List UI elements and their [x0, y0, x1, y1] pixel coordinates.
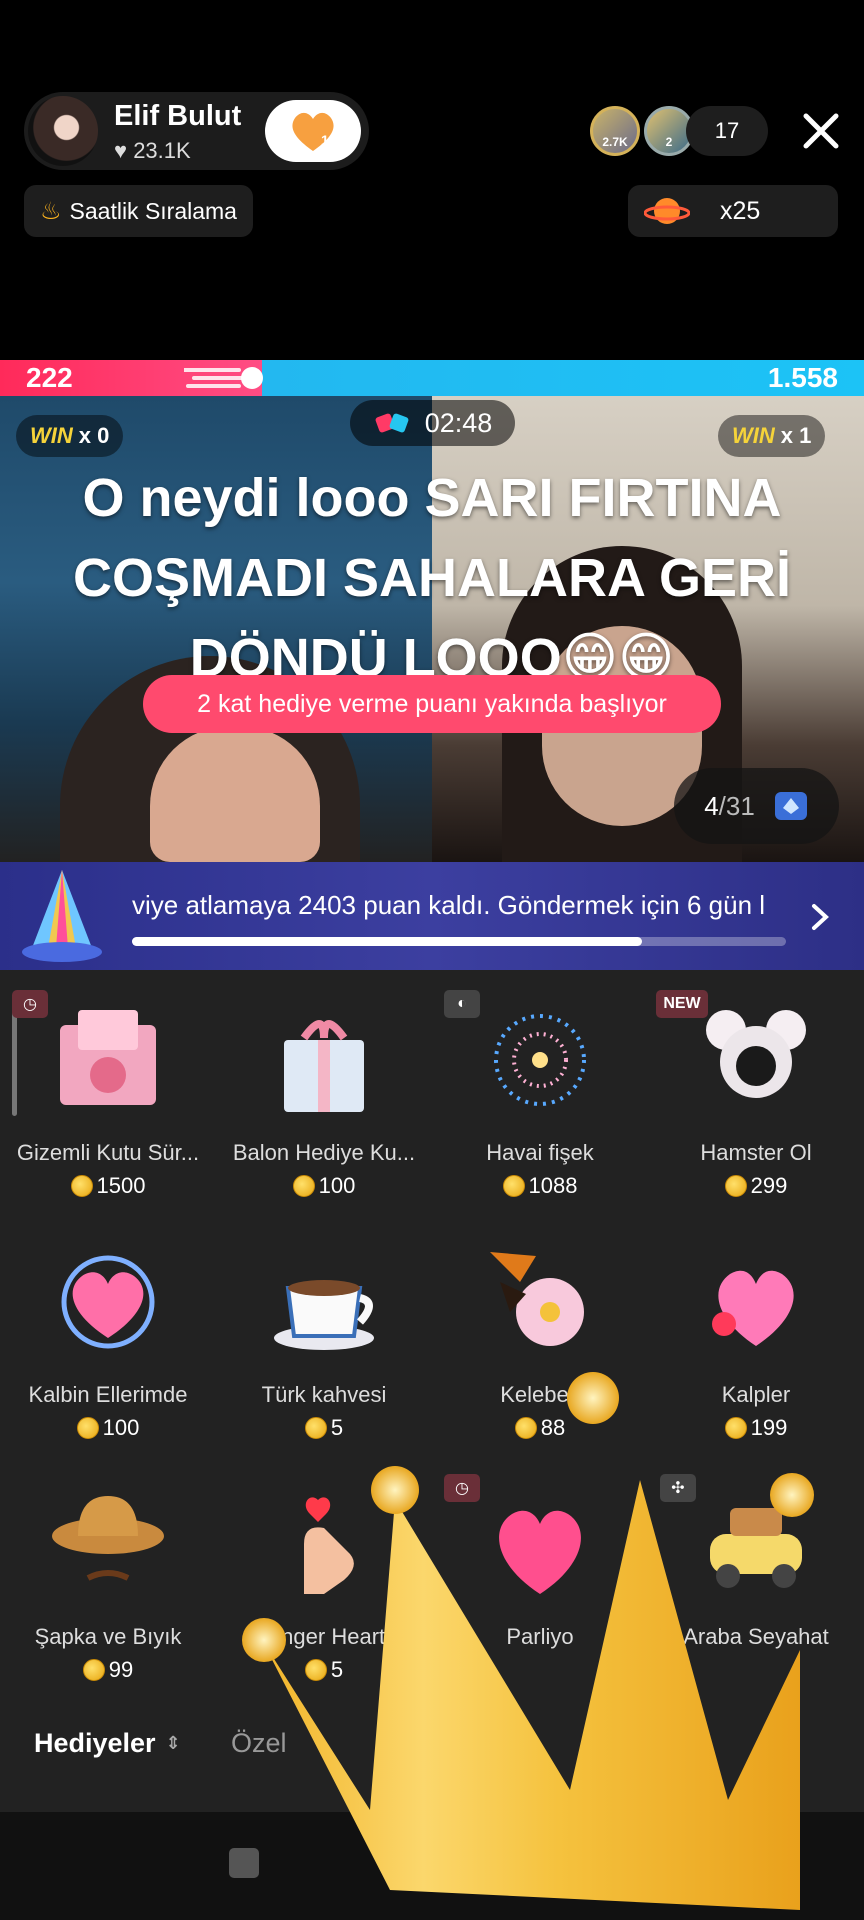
gift-image — [490, 1252, 584, 1346]
gift-price: 100 — [216, 1173, 432, 1199]
coin-icon — [292, 1175, 315, 1197]
coin-icon — [76, 1417, 99, 1439]
follow-badge: 11 — [321, 132, 336, 148]
gift-item[interactable]: Şapka ve Bıyık 99 — [0, 1474, 216, 1716]
left-score: 222 — [26, 362, 73, 393]
multiplier-label: x25 — [720, 196, 761, 225]
tab-gifts[interactable]: Hediyeler ⇕ — [34, 1728, 181, 1759]
hourly-ranking-button[interactable]: ♨ Saatlik Sıralama — [24, 185, 253, 237]
gift-image — [274, 1280, 374, 1350]
gift-price: 1088 — [432, 1173, 648, 1199]
level-progress-text: viye atlamaya 2403 puan kaldı. Göndermek… — [132, 890, 766, 920]
chevron-right-icon[interactable] — [808, 902, 832, 932]
palette-icon: ◐ — [444, 990, 480, 1018]
gift-image — [706, 1010, 806, 1098]
coin-icon — [82, 1659, 105, 1681]
ranking-label: Saatlik Sıralama — [69, 197, 237, 224]
follow-button[interactable]: 11 — [265, 100, 361, 162]
crown-effect-icon — [242, 1372, 814, 1910]
heart-icon: ♥ — [114, 138, 128, 163]
gift-item[interactable]: Balon Hediye Ku... 100 — [216, 990, 432, 1232]
coin-icon — [724, 1175, 747, 1197]
host-avatar[interactable] — [28, 96, 98, 166]
coin-icon — [502, 1175, 525, 1197]
gift-price: 99 — [0, 1657, 216, 1683]
gift-price: 1500 — [0, 1173, 216, 1199]
gift-image — [52, 1496, 164, 1581]
timer-icon: ◷ — [12, 990, 48, 1018]
stream-caption: O neydi looo SARI FIRTINA COŞMADI SAHALA… — [72, 468, 791, 688]
planet-icon — [644, 198, 690, 224]
level-progress-track — [132, 937, 786, 946]
sort-icon: ⇕ — [165, 1733, 181, 1753]
double-points-banner: 2 kat hediye verme puanı yakında başlıyo… — [143, 675, 721, 733]
gift-image — [61, 1255, 155, 1349]
gift-name: Hamster Ol — [700, 1140, 812, 1165]
close-icon[interactable] — [800, 110, 842, 152]
right-score: 1.558 — [767, 362, 838, 393]
gem-icon — [774, 792, 807, 820]
left-win-badge: WIN x 0 — [16, 415, 124, 457]
gift-price: 100 — [0, 1415, 216, 1441]
level-progress-fill — [132, 937, 643, 946]
viewer-avatar[interactable]: 2.7K — [590, 106, 640, 156]
gift-name: Kalbin Ellerimde — [28, 1382, 188, 1407]
gift-item[interactable]: ◐ Havai fişek 1088 — [432, 990, 648, 1232]
host-likes: ♥ 23.1K — [114, 138, 191, 164]
stream-header: Elif Bulut ♥ 23.1K 11 ♨ Saatlik Sıralama… — [0, 0, 864, 360]
gift-name: Balon Hediye Ku... — [232, 1140, 416, 1165]
battle-streak-icon — [184, 367, 263, 389]
gift-image — [712, 1270, 794, 1346]
gift-item[interactable]: NEW Hamster Ol 299 — [648, 990, 864, 1232]
level-trophy-icon — [22, 870, 102, 962]
gift-price: 299 — [648, 1173, 864, 1199]
host-likes-count: 23.1K — [133, 138, 191, 163]
right-win-badge: WIN x 1 — [718, 415, 826, 457]
gift-item[interactable]: Kalbin Ellerimde 100 — [0, 1232, 216, 1474]
top-viewers[interactable]: 2.7K 2 — [590, 106, 694, 156]
multiplier-pill[interactable]: x25 — [628, 185, 838, 237]
viewer-count[interactable]: 17 — [686, 106, 768, 156]
gift-image — [60, 1010, 156, 1105]
host-name[interactable]: Elif Bulut — [114, 100, 241, 133]
gift-item[interactable]: ◷ Gizemli Kutu Sür... 1500 — [0, 990, 216, 1232]
gift-name: Şapka ve Bıyık — [34, 1624, 182, 1649]
gift-page-indicator[interactable]: 4/31 — [674, 768, 839, 844]
battle-icon — [375, 413, 409, 433]
gift-image — [494, 1014, 586, 1106]
flame-icon: ♨ — [40, 197, 62, 225]
gift-name: Gizemli Kutu Sür... — [16, 1140, 200, 1165]
gift-image — [284, 1020, 364, 1112]
battle-timer: 02:48 — [350, 400, 515, 446]
gift-name: Havai fişek — [486, 1140, 594, 1165]
coin-icon — [70, 1175, 93, 1197]
